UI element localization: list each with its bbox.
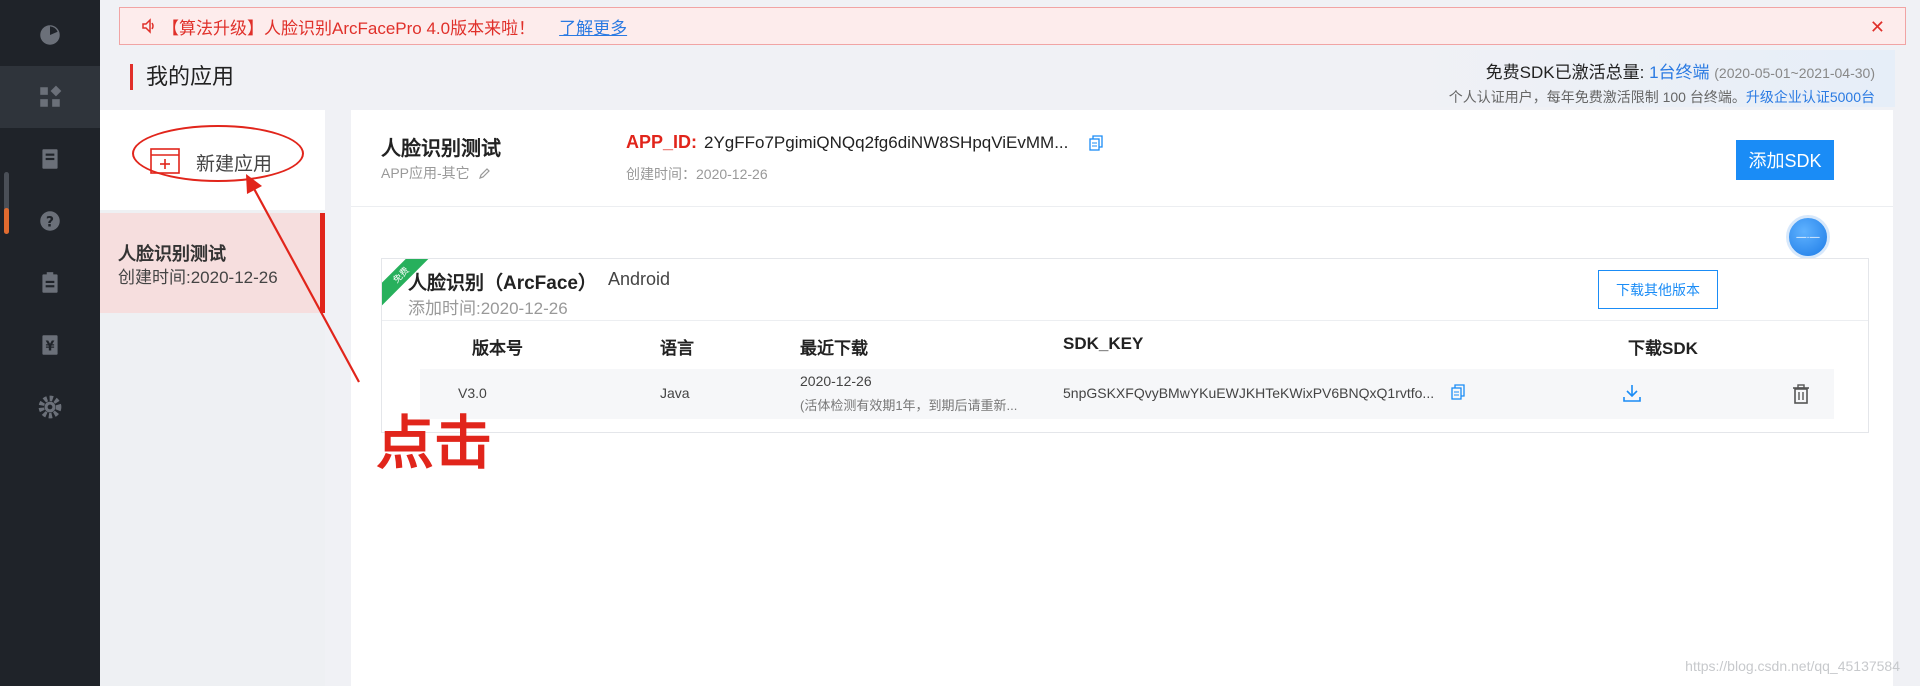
table-row: V3.0 Java 2020-12-26 (活体检测有效期1年，到期后请重新..…	[420, 369, 1834, 419]
sdk-platform: Android	[608, 269, 671, 289]
row-sdk-key: 5npGSKXFQvyBMwYKuEWJKHTeKWixPV6BNQxQ1rvt…	[1063, 385, 1435, 401]
sdk-added-date: 添加时间:2020-12-26	[408, 299, 568, 318]
column-header-version: 版本号	[472, 339, 523, 358]
row-download-note: (活体检测有效期1年，到期后请重新...	[800, 398, 1018, 413]
nav-dashboard[interactable]	[0, 4, 100, 66]
sdk-title: 人脸识别（ArcFace）	[408, 273, 597, 294]
divider	[351, 206, 1893, 207]
notice-banner: 【算法升级】人脸识别ArcFacePro 4.0版本来啦！ 了解更多 ✕	[119, 7, 1906, 45]
copy-icon[interactable]	[1451, 384, 1465, 400]
download-icon[interactable]	[1621, 382, 1643, 404]
floating-assistant-icon[interactable]: —·—	[1786, 215, 1830, 259]
annotation-oval	[132, 125, 304, 182]
svg-text:¥: ¥	[45, 339, 54, 354]
nav-docs[interactable]	[0, 128, 100, 190]
annotation-click-text: 点击	[376, 411, 493, 476]
clipboard-icon	[42, 272, 58, 293]
app-type: APP应用-其它	[381, 165, 470, 181]
sdk-card: 免费 人脸识别（ArcFace） Android 添加时间:2020-12-26…	[381, 258, 1869, 433]
app-type-row: APP应用-其它	[381, 163, 491, 183]
download-other-versions-button[interactable]: 下载其他版本	[1598, 270, 1718, 309]
copy-icon[interactable]	[1089, 135, 1103, 151]
page-title: 我的应用	[130, 64, 234, 90]
nav-billing[interactable]: ¥	[0, 314, 100, 376]
column-header-language: 语言	[660, 339, 694, 358]
divider	[382, 320, 1868, 321]
column-header-last-download: 最近下载	[800, 339, 868, 358]
nav-apps[interactable]	[0, 66, 100, 128]
close-icon[interactable]: ✕	[1870, 17, 1885, 38]
nav-settings[interactable]	[0, 376, 100, 438]
nav-help[interactable]: ?	[0, 190, 100, 252]
svg-text:?: ?	[46, 214, 54, 230]
quota-panel: 免费SDK已激活总量: 1台终端 (2020-05-01~2021-04-30)…	[1405, 50, 1895, 107]
notice-text: 【算法升级】人脸识别ArcFacePro 4.0版本来啦！	[162, 18, 536, 38]
app-id-value: 2YgFFo7PgimiQNQq2fg6diNW8SHpqViEvMM...	[704, 133, 1069, 152]
add-sdk-button[interactable]: 添加SDK	[1736, 140, 1834, 180]
nav-scrollbar[interactable]	[4, 172, 9, 234]
active-indicator	[320, 213, 325, 313]
row-last-download: 2020-12-26	[800, 373, 872, 389]
settings-icon	[38, 395, 62, 419]
yen-icon: ¥	[42, 335, 58, 355]
column-header-download-sdk: 下载SDK	[1628, 339, 1698, 358]
help-icon: ?	[40, 211, 60, 231]
quota-note: 个人认证用户，每年免费激活限制 100 台终端。	[1448, 89, 1746, 105]
app-list-item[interactable]: 人脸识别测试 创建时间:2020-12-26	[100, 213, 325, 313]
notice-learn-more-link[interactable]: 了解更多	[559, 14, 627, 39]
column-header-sdk-key: SDK_KEY	[1063, 334, 1144, 353]
app-id-label: APP_ID:	[626, 132, 698, 152]
left-nav: ? ¥	[0, 0, 100, 686]
dashboard-icon	[40, 25, 60, 45]
row-language: Java	[660, 385, 690, 401]
quota-range: (2020-05-01~2021-04-30)	[1714, 65, 1875, 81]
new-app-button[interactable]: 新建应用	[100, 110, 325, 210]
apps-icon	[40, 85, 62, 107]
app-list-item-date: 创建时间:2020-12-26	[118, 268, 278, 287]
nav-orders[interactable]	[0, 252, 100, 314]
book-icon	[42, 149, 58, 169]
quota-count: 1台终端	[1649, 63, 1710, 82]
speaker-icon	[142, 18, 154, 34]
trash-icon[interactable]	[1792, 384, 1810, 404]
app-name: 人脸识别测试	[381, 138, 501, 160]
app-list-panel: 新建应用 人脸识别测试 创建时间:2020-12-26	[100, 110, 325, 686]
quota-label: 免费SDK已激活总量:	[1485, 63, 1645, 82]
app-created-time: 创建时间：2020-12-26	[626, 166, 768, 182]
upgrade-link[interactable]: 升级企业认证5000台	[1746, 89, 1875, 105]
edit-icon[interactable]	[478, 167, 491, 180]
watermark: https://blog.csdn.net/qq_45137584	[1685, 658, 1900, 674]
app-detail-panel: 人脸识别测试 APP应用-其它 APP_ID: 2YgFFo7PgimiQNQq…	[351, 110, 1893, 686]
